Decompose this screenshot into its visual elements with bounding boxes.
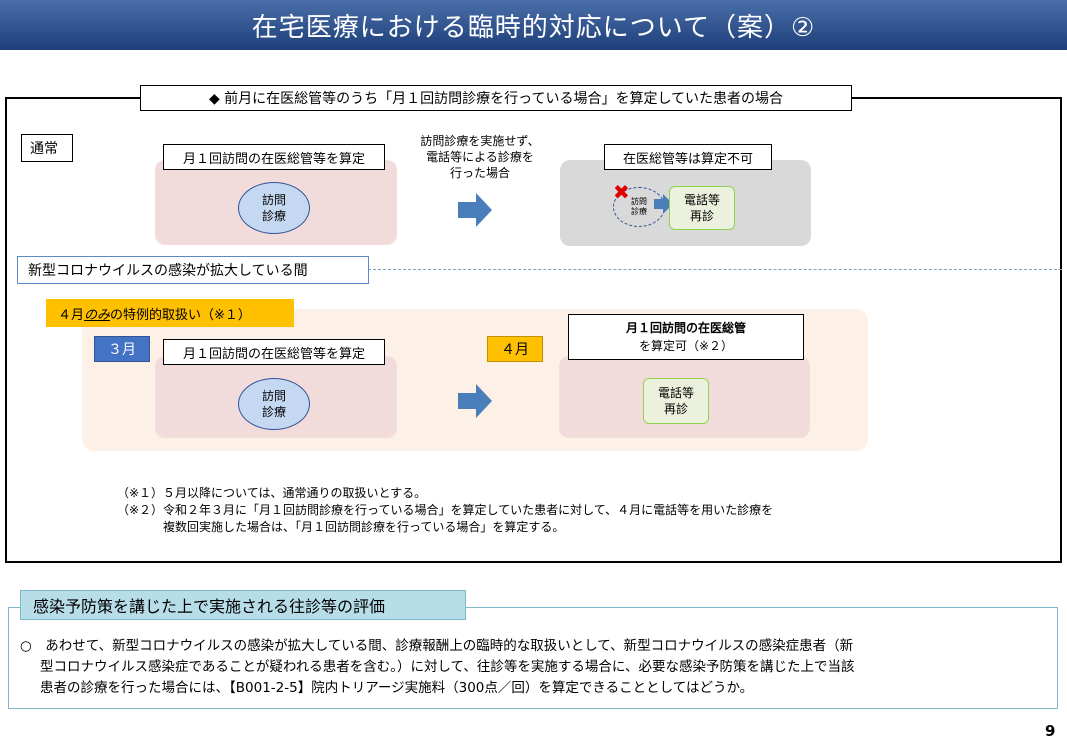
special-right-arrow-icon: [458, 384, 492, 418]
section-divider: [368, 269, 1062, 270]
normal-arrow-caption: 訪問診療を実施せず、 電話等による診療を 行った場合: [420, 134, 540, 181]
normal-visit-ellipse: 訪問 診療: [238, 182, 310, 234]
special-visit-ellipse: 訪問 診療: [238, 378, 310, 430]
normal-right-box-label: 在医総管等は算定不可: [604, 144, 772, 170]
normal-right-arrow-icon: [458, 193, 492, 227]
normal-phone-revisit: 電話等 再診: [669, 186, 735, 230]
note-2b: 複数回実施した場合は、「月１回訪問診療を行っている場合」を算定する。: [163, 520, 565, 534]
special-phone-revisit: 電話等 再診: [643, 378, 709, 424]
note-2a: （※２）令和２年３月に「月１回訪問診療を行っている場合」を算定していた患者に対し…: [117, 503, 774, 517]
april-tag: ４月: [487, 336, 543, 362]
special-tag: ４月 のみ の特例的取扱い（※１）: [46, 299, 294, 327]
march-tag: ３月: [94, 336, 150, 362]
page-title: 在宅医療における臨時的対応について（案）②: [0, 0, 1067, 50]
cross-icon: ✖: [613, 180, 630, 204]
normal-left-box-label: 月１回訪問の在医総管等を算定: [163, 144, 385, 170]
normal-tag: 通常: [21, 134, 73, 162]
covid-section-label: 新型コロナウイルスの感染が拡大している間: [17, 256, 369, 284]
evaluation-text: ○ あわせて、新型コロナウイルスの感染が拡大している間、診療報酬上の臨時的な取扱…: [20, 638, 855, 696]
special-right-box-label: 月１回訪問の在医総管 を算定可（※２）: [568, 314, 804, 360]
frame-label: ◆ 前月に在医総管等のうち「月１回訪問診療を行っている場合」を算定していた患者の…: [140, 85, 852, 111]
note-1: （※１）５月以降については、通常通りの取扱いとする。: [117, 486, 427, 500]
page-number: 9: [1045, 722, 1056, 740]
special-left-box-label: 月１回訪問の在医総管等を算定: [163, 339, 385, 365]
evaluation-title: 感染予防策を講じた上で実施される往診等の評価: [20, 590, 466, 620]
